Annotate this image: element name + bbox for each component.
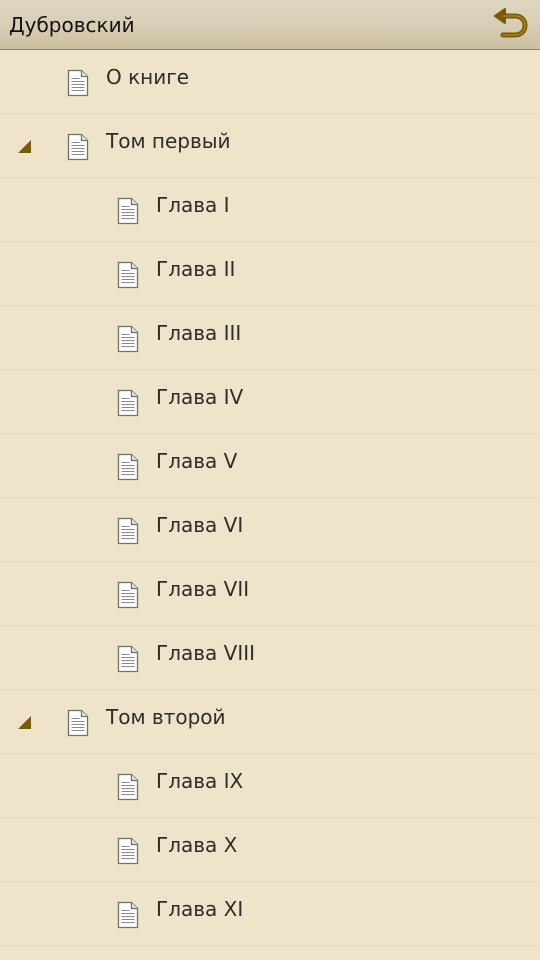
expand-triangle-icon[interactable] [17,139,33,155]
toc-chapter-row[interactable]: Глава II [0,242,540,306]
toc-item-label: Глава XI [156,897,244,921]
back-button[interactable] [492,8,528,42]
toc-item-label: Том второй [106,705,226,729]
toc-chapter-row[interactable]: Глава VIII [0,626,540,690]
toc-chapter-row[interactable]: Глава VII [0,562,540,626]
toc-item-label: Глава VIII [156,641,256,665]
app-screen: Дубровский О книге Том первый Глава I Глава… [0,0,540,960]
toc-chapter-row[interactable]: Глава XI [0,882,540,946]
toc-chapter-row[interactable]: Глава III [0,306,540,370]
toc-chapter-row[interactable]: Глава IV [0,370,540,434]
document-icon [116,645,140,673]
toc-item-label: Глава II [156,257,236,281]
toc-section-row[interactable]: Том второй [0,690,540,754]
toc-item-label: Глава I [156,193,230,217]
document-icon [116,325,140,353]
document-icon [66,709,90,737]
toc-chapter-row[interactable]: Глава I [0,178,540,242]
toc-item-label: Глава IV [156,385,244,409]
toc-chapter-row[interactable]: Глава X [0,818,540,882]
toc-chapter-row[interactable]: Глава V [0,434,540,498]
document-icon [116,453,140,481]
document-icon [66,133,90,161]
document-icon [116,517,140,545]
toc-item-label: Глава VI [156,513,244,537]
document-icon [116,581,140,609]
document-icon [116,389,140,417]
toc-section-row[interactable]: О книге [0,50,540,114]
toc-chapter-row[interactable]: Глава IX [0,754,540,818]
toc-item-label: О книге [106,65,190,89]
toc-item-label: Глава X [156,833,238,857]
toc-item-label: Глава III [156,321,242,345]
toc-section-row[interactable]: Том первый [0,114,540,178]
document-icon [116,837,140,865]
expand-triangle-icon[interactable] [17,715,33,731]
toc-chapter-row[interactable]: Глава VI [0,498,540,562]
toc-item-label: Глава VII [156,577,250,601]
document-icon [116,901,140,929]
table-of-contents: О книге Том первый Глава I Глава II Глава II… [0,50,540,960]
document-icon [116,773,140,801]
toc-item-label: Глава IX [156,769,244,793]
undo-arrow-icon [492,8,528,42]
document-icon [66,69,90,97]
book-title: Дубровский [9,13,135,37]
toc-item-label: Глава V [156,449,238,473]
document-icon [116,261,140,289]
app-header: Дубровский [0,0,540,50]
toc-item-label: Том первый [106,129,231,153]
document-icon [116,197,140,225]
